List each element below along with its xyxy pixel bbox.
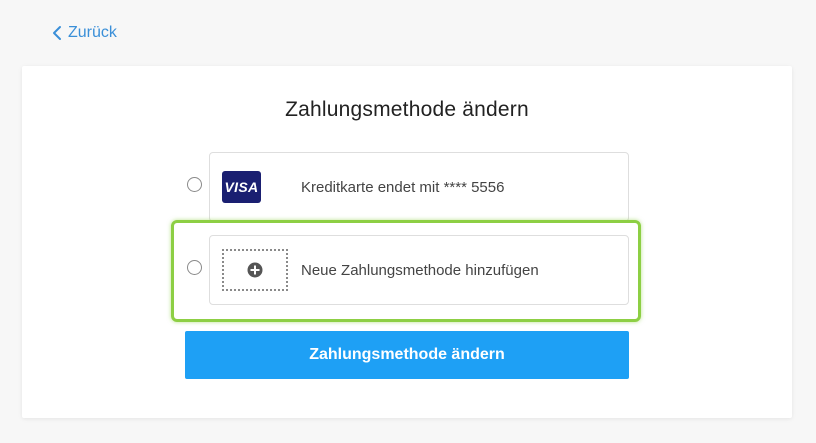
radio-option-visa[interactable] [187, 177, 202, 192]
back-link-label: Zurück [68, 24, 117, 41]
plus-circle-icon [247, 262, 263, 278]
payment-method-card: Zahlungsmethode ändern VISA Kreditkarte … [22, 66, 792, 418]
chevron-left-icon [53, 26, 61, 40]
visa-card-icon: VISA [222, 171, 261, 203]
payment-option-label: Neue Zahlungsmethode hinzufügen [301, 261, 539, 279]
radio-option-add-new[interactable] [187, 260, 202, 275]
add-payment-placeholder [222, 249, 288, 291]
payment-option-visa[interactable]: VISA Kreditkarte endet mit **** 5556 [209, 152, 629, 222]
change-payment-method-button[interactable]: Zahlungsmethode ändern [185, 331, 629, 379]
page-title: Zahlungsmethode ändern [285, 98, 529, 121]
back-link[interactable]: Zurück [50, 22, 117, 44]
payment-option-label: Kreditkarte endet mit **** 5556 [301, 178, 505, 196]
payment-option-add-new[interactable]: Neue Zahlungsmethode hinzufügen [209, 235, 629, 305]
